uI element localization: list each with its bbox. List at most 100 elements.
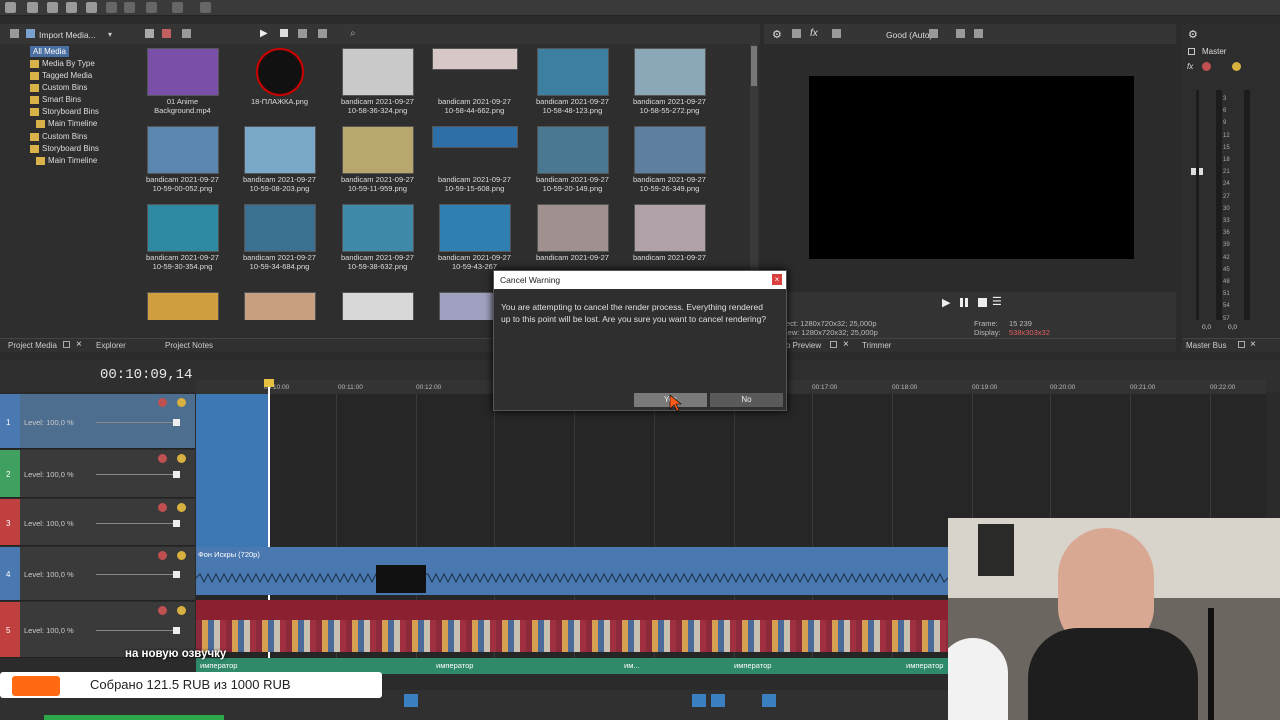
tree-item[interactable]: Custom Bins <box>30 131 87 142</box>
level-slider[interactable] <box>96 522 176 524</box>
level-slider[interactable] <box>96 474 176 475</box>
tree-item[interactable]: Main Timeline <box>36 155 97 166</box>
mute-icon[interactable] <box>158 398 167 407</box>
settings-icon[interactable] <box>86 2 97 13</box>
media-thumbnail[interactable] <box>231 292 328 320</box>
media-thumbnail[interactable]: bandicam 2021-09-27 10-58-48-123.png <box>524 48 621 115</box>
auto-preview-icon[interactable] <box>298 29 307 38</box>
media-thumbnail[interactable]: 01 Anime Background.mp4 <box>134 48 231 115</box>
media-thumbnail[interactable]: bandicam 2021-09-27 10-59-43-267 <box>426 204 523 271</box>
mute-icon[interactable] <box>1202 62 1211 71</box>
stop-icon[interactable] <box>978 298 987 307</box>
save-snapshot-icon[interactable] <box>974 29 983 38</box>
image-sequence-track5[interactable] <box>196 600 948 652</box>
pause-icon[interactable] <box>960 298 968 307</box>
level-slider-handle[interactable] <box>173 519 180 527</box>
media-thumbnail[interactable]: bandicam 2021-09-27 10-58-55-272.png <box>621 48 718 115</box>
paste-icon[interactable] <box>146 2 157 13</box>
undo-icon[interactable] <box>172 2 183 13</box>
media-thumbnail[interactable]: bandicam 2021-09-27 10-59-15-608.png <box>426 126 523 193</box>
auto-crossfade-icon[interactable] <box>711 694 725 707</box>
solo-icon[interactable] <box>177 503 186 512</box>
media-thumbnail[interactable]: bandicam 2021-09-27 10-59-11-959.png <box>329 126 426 193</box>
level-slider[interactable] <box>96 574 176 575</box>
fx-icon[interactable]: fx <box>810 28 818 39</box>
level-slider-handle[interactable] <box>173 627 180 634</box>
tree-item[interactable]: Custom Bins <box>30 82 87 93</box>
level-slider[interactable] <box>96 630 176 631</box>
tree-item[interactable]: Storyboard Bins <box>30 106 99 117</box>
solo-icon[interactable] <box>177 551 186 560</box>
fx-icon[interactable]: fx <box>1187 62 1193 71</box>
undock-icon[interactable] <box>1238 341 1245 348</box>
split-screen-icon[interactable] <box>832 29 841 38</box>
tree-item[interactable]: All Media <box>30 46 69 57</box>
tree-item[interactable]: Smart Bins <box>30 94 81 105</box>
close-icon[interactable]: × <box>1250 339 1256 350</box>
import-icon[interactable] <box>26 29 35 38</box>
tab-trimmer[interactable]: Trimmer <box>862 340 891 352</box>
media-thumbnail[interactable]: bandicam 2021-09-27 10-59-20-149.png <box>524 126 621 193</box>
tree-item[interactable]: Media By Type <box>30 58 95 69</box>
media-fx-icon[interactable] <box>145 29 154 38</box>
media-thumbnail[interactable]: bandicam 2021-09-27 10-59-30-354.png <box>134 204 231 271</box>
tree-item[interactable]: Storyboard Bins <box>30 143 99 154</box>
copy-icon[interactable] <box>124 2 135 13</box>
media-thumbnail[interactable]: bandicam 2021-09-27 10-58-44-662.png <box>426 48 523 115</box>
mute-icon[interactable] <box>158 454 167 463</box>
gear-icon[interactable]: ⚙ <box>772 28 782 41</box>
tab-explorer[interactable]: Explorer <box>96 340 126 352</box>
media-thumbnail[interactable] <box>134 292 231 320</box>
tab-project-media[interactable]: Project Media <box>8 340 57 352</box>
level-slider-handle[interactable] <box>173 418 180 426</box>
mute-icon[interactable] <box>158 551 167 560</box>
tab-project-notes[interactable]: Project Notes <box>165 340 213 352</box>
solo-icon[interactable] <box>177 398 186 407</box>
video-clip-1[interactable] <box>196 394 269 547</box>
menu-icon[interactable]: ☰ <box>992 295 1002 308</box>
media-thumbnail[interactable]: bandicam 2021-09-27 10-59-08-203.png <box>231 126 328 193</box>
mute-icon[interactable] <box>158 503 167 512</box>
media-thumbnail[interactable]: bandicam 2021-09-27 10-59-34-684.png <box>231 204 328 271</box>
master-fader-track[interactable] <box>1196 90 1199 320</box>
tab-master-bus[interactable]: Master Bus <box>1186 340 1226 352</box>
tree-item[interactable]: Tagged Media <box>30 70 92 81</box>
copy-snapshot-icon[interactable] <box>956 29 965 38</box>
tab-video-preview[interactable]: o Preview <box>786 340 821 352</box>
play-icon[interactable]: ▶ <box>260 28 268 39</box>
cut-icon[interactable] <box>106 2 117 13</box>
chevron-down-icon[interactable]: ▾ <box>108 30 112 39</box>
stop-icon[interactable] <box>280 29 288 37</box>
search-icon[interactable]: ⌕ <box>350 28 356 39</box>
no-button[interactable]: No <box>710 393 783 407</box>
playhead-marker[interactable] <box>264 379 274 387</box>
track-header[interactable]: 4 Level: 100,0 % <box>0 547 195 601</box>
media-thumbnail[interactable]: bandicam 2021-09-27 10-59-38-632.png <box>329 204 426 271</box>
new-icon[interactable] <box>5 2 16 13</box>
audio-clip-track4[interactable]: Фон Искры (720p) <box>196 547 948 595</box>
gear-icon[interactable]: ⚙ <box>1188 28 1198 41</box>
close-icon[interactable]: × <box>76 339 82 350</box>
media-thumbnail[interactable]: bandicam 2021-09-27 10-59-26-349.png <box>621 126 718 193</box>
level-slider-handle[interactable] <box>173 471 180 478</box>
track-header[interactable]: 2 Level: 100,0 % <box>0 450 195 498</box>
undock-icon[interactable] <box>830 341 837 348</box>
tree-item[interactable]: Main Timeline <box>36 118 97 129</box>
scroll-thumb[interactable] <box>751 46 757 86</box>
play-icon[interactable]: ▶ <box>942 296 950 309</box>
overlays-icon[interactable] <box>929 29 938 38</box>
remove-media-icon[interactable] <box>162 29 171 38</box>
media-thumbnail[interactable]: bandicam 2021-09-27 10-58-36-324.png <box>329 48 426 115</box>
capture-icon[interactable] <box>182 29 191 38</box>
media-thumbnail[interactable]: bandicam 2021-09-27 10-59-00-052.png <box>134 126 231 193</box>
preview-quality-select[interactable]: Good (Auto) <box>886 30 932 40</box>
media-thumbnail[interactable]: 18-ПЛАЖКА.png <box>231 48 328 106</box>
preview-device-icon[interactable] <box>792 29 801 38</box>
render-icon[interactable] <box>66 2 77 13</box>
master-checkbox[interactable] <box>1188 48 1195 55</box>
track-header[interactable]: 3 Level: 100,0 % <box>0 499 195 546</box>
views-icon[interactable] <box>318 29 327 38</box>
normal-edit-tool-icon[interactable] <box>404 694 418 707</box>
media-thumbnail[interactable]: bandicam 2021-09-27 <box>621 204 718 262</box>
level-slider-handle[interactable] <box>173 571 180 578</box>
